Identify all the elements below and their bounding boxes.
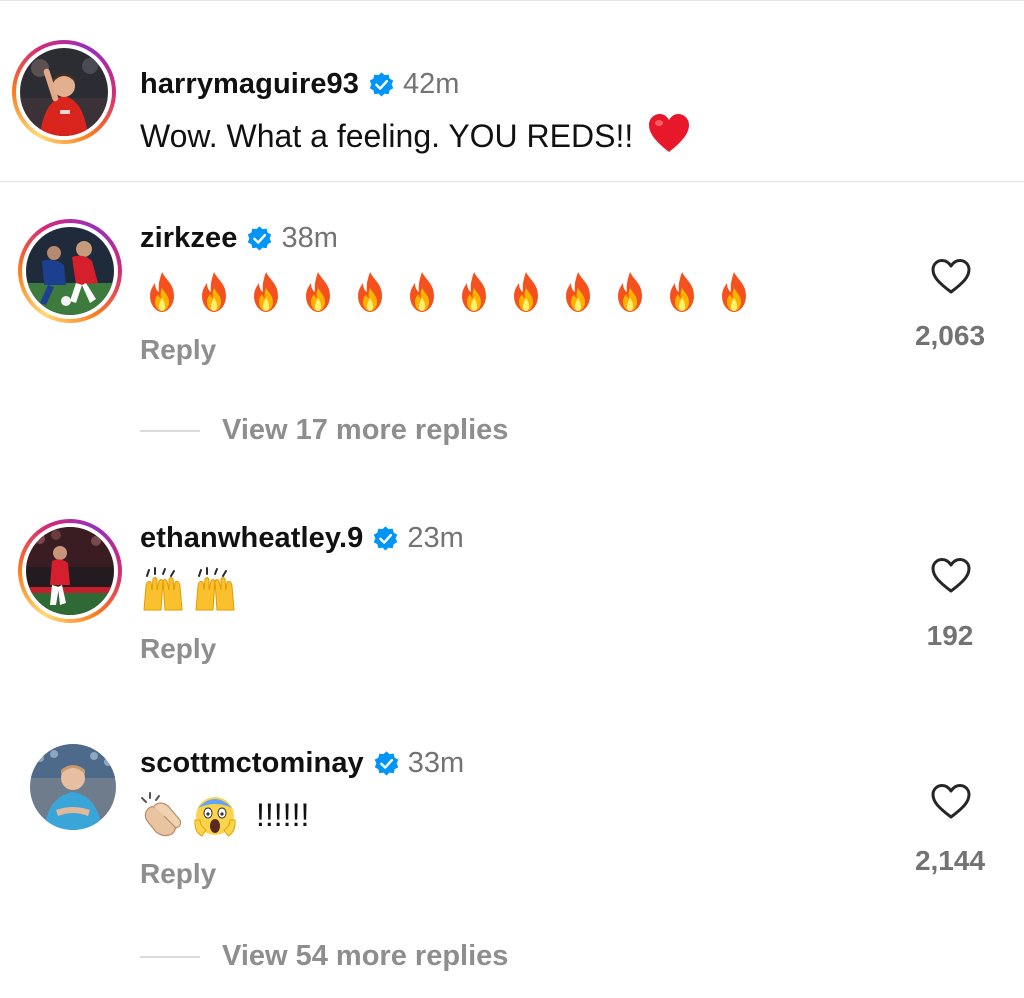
view-replies-link[interactable]: View 17 more replies <box>140 414 508 447</box>
fire-icon <box>192 270 236 314</box>
fire-icon <box>140 270 184 314</box>
red-heart-icon <box>647 112 691 161</box>
fire-icon <box>504 270 548 314</box>
avatar-ring-zirkzee[interactable] <box>18 219 122 323</box>
fire-icon <box>348 270 392 314</box>
like-count: 2,063 <box>914 320 986 351</box>
heart-like-icon[interactable] <box>929 780 973 824</box>
comment-header-scottmctominay: scottmctominay 33m <box>140 747 464 780</box>
view-replies-link[interactable]: View 54 more replies <box>140 940 508 973</box>
fire-icon <box>400 270 444 314</box>
avatar-harrymaguire93 <box>20 48 108 136</box>
heart-like-icon[interactable] <box>929 255 973 299</box>
fire-icon <box>452 270 496 314</box>
heart-like-icon[interactable] <box>929 554 973 598</box>
fire-icon <box>244 270 288 314</box>
view-replies-label[interactable]: View 54 more replies <box>222 940 508 973</box>
verified-badge-icon <box>373 750 400 777</box>
reply-button[interactable]: Reply <box>140 858 216 890</box>
avatar-zirkzee <box>26 227 114 315</box>
caption-text-row: Wow. What a feeling. YOU REDS!! <box>140 112 691 161</box>
fire-emoji-row <box>140 270 756 314</box>
replies-divider-line <box>140 955 200 958</box>
avatar-ring-ethanwheatley[interactable] <box>18 519 122 623</box>
like-count: 2,144 <box>914 845 986 876</box>
reply-button[interactable]: Reply <box>140 633 216 665</box>
comment-header-ethanwheatley: ethanwheatley.9 23m <box>140 522 464 555</box>
fire-icon <box>608 270 652 314</box>
view-replies-label[interactable]: View 17 more replies <box>222 414 508 447</box>
fire-icon <box>556 270 600 314</box>
caption-time: 42m <box>403 68 460 100</box>
comment-username[interactable]: zirkzee <box>140 222 237 255</box>
caption-text: Wow. What a feeling. YOU REDS!! <box>140 118 634 154</box>
verified-badge-icon <box>368 71 395 98</box>
comment-username[interactable]: scottmctominay <box>140 747 364 780</box>
raising-hands-icon <box>140 566 186 612</box>
like-count: 192 <box>926 620 974 651</box>
comment-time: 33m <box>407 747 465 779</box>
caption-header: harrymaguire93 42m <box>140 68 459 101</box>
top-divider <box>0 0 1024 1</box>
caption-divider <box>0 181 1024 182</box>
comment-header-zirkzee: zirkzee 38m <box>140 222 338 255</box>
fire-icon <box>712 270 756 314</box>
raising-hands-emoji-row <box>140 566 244 612</box>
reply-button[interactable]: Reply <box>140 334 216 366</box>
verified-badge-icon <box>372 525 399 552</box>
caption-username[interactable]: harrymaguire93 <box>140 68 359 101</box>
comment-text: !!!!!! <box>256 796 310 833</box>
clapping-hands-icon <box>140 792 186 838</box>
avatar-ring-harrymaguire93[interactable] <box>12 40 116 144</box>
comment-time: 38m <box>281 222 338 254</box>
verified-badge-icon <box>246 225 273 252</box>
comment-body-scottmctominay: !!!!!! <box>140 792 309 838</box>
avatar-scottmctominay[interactable] <box>30 744 116 830</box>
raising-hands-icon <box>192 566 238 612</box>
comment-time: 23m <box>407 522 464 554</box>
fire-icon <box>660 270 704 314</box>
screaming-face-icon <box>192 792 238 838</box>
replies-divider-line <box>140 429 200 432</box>
comment-username[interactable]: ethanwheatley.9 <box>140 522 363 555</box>
avatar-ethanwheatley <box>26 527 114 615</box>
fire-icon <box>296 270 340 314</box>
